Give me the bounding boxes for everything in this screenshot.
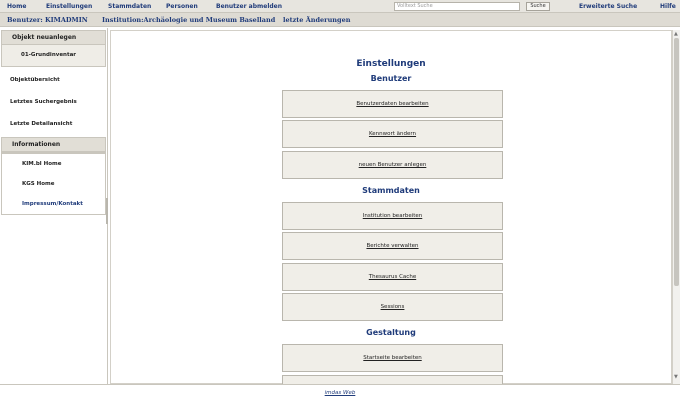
scrollbar-thumb[interactable] xyxy=(674,38,679,286)
main-scrollbar[interactable]: ▲ ▼ xyxy=(672,30,680,384)
sidebar-heading-informationen: Informationen xyxy=(2,138,105,152)
top-navigation: Home Einstellungen Stammdaten Personen B… xyxy=(0,0,680,13)
sidebar-item-letzte-detailansicht[interactable]: Letzte Detailansicht xyxy=(0,113,107,135)
nav-hilfe[interactable]: Hilfe xyxy=(660,3,676,10)
sidebar-item-objektuebersicht[interactable]: Objektübersicht xyxy=(0,69,107,91)
sidebar-link-kim-home[interactable]: KIM.bl Home xyxy=(2,154,105,174)
current-user: Benutzer: KIMADMIN xyxy=(7,16,88,24)
sidebar-info-links: KIM.bl Home KGS Home Impressum/Kontakt xyxy=(1,153,106,215)
nav-einstellungen[interactable]: Einstellungen xyxy=(46,3,92,10)
scroll-up-arrow-icon[interactable]: ▲ xyxy=(674,31,678,37)
section-heading-gestaltung: Gestaltung xyxy=(366,328,416,337)
kennwort-aendern-button[interactable]: Kennwort ändern xyxy=(282,120,503,148)
benutzerdaten-bearbeiten-button[interactable]: Benutzerdaten bearbeiten xyxy=(282,90,503,118)
main-content: Einstellungen Benutzer Benutzerdaten bea… xyxy=(110,30,672,385)
sidebar: Objekt neuanlegen 01-Grundinventar Objek… xyxy=(0,28,108,384)
footer: imdas Web xyxy=(0,384,680,400)
section-heading-stammdaten: Stammdaten xyxy=(362,186,420,195)
sidebar-resize-handle[interactable] xyxy=(106,198,108,224)
nav-stammdaten[interactable]: Stammdaten xyxy=(108,3,151,10)
nav-home[interactable]: Home xyxy=(7,3,26,10)
search-input[interactable]: Volltext Suche xyxy=(394,2,520,11)
sessions-button[interactable]: Sessions xyxy=(282,293,503,321)
search-button[interactable]: Suche xyxy=(526,2,550,11)
sidebar-group-informationen: Informationen xyxy=(1,137,106,153)
sidebar-item-letztes-suchergebnis[interactable]: Letztes Suchergebnis xyxy=(0,91,107,113)
startseite-bearbeiten-button[interactable]: Startseite bearbeiten xyxy=(282,344,503,372)
sidebar-link-kgs-home[interactable]: KGS Home xyxy=(2,174,105,194)
thesaurus-cache-button[interactable]: Thesaurus Cache xyxy=(282,263,503,291)
nav-benutzer-abmelden[interactable]: Benutzer abmelden xyxy=(216,3,282,10)
sidebar-group-objekt: Objekt neuanlegen 01-Grundinventar xyxy=(1,30,106,67)
letzte-aenderungen-link[interactable]: letzte Änderungen xyxy=(283,16,350,24)
sidebar-item-grundinventar[interactable]: 01-Grundinventar xyxy=(2,45,105,66)
scroll-down-arrow-icon[interactable]: ▼ xyxy=(674,374,678,380)
sidebar-heading-objekt-neuanlegen: Objekt neuanlegen xyxy=(2,31,105,45)
footer-imdas-web-link[interactable]: imdas Web xyxy=(325,390,356,396)
institution-bearbeiten-button[interactable]: Institution bearbeiten xyxy=(282,202,503,230)
nav-personen[interactable]: Personen xyxy=(166,3,198,10)
section-heading-benutzer: Benutzer xyxy=(370,74,412,83)
current-institution: Institution:Archäologie und Museum Basel… xyxy=(102,16,276,24)
user-info-bar: Benutzer: KIMADMIN Institution:Archäolog… xyxy=(0,13,680,27)
page-title: Einstellungen xyxy=(356,59,426,69)
sidebar-link-impressum[interactable]: Impressum/Kontakt xyxy=(2,194,105,214)
neuen-benutzer-anlegen-button[interactable]: neuen Benutzer anlegen xyxy=(282,151,503,179)
nav-erweiterte-suche[interactable]: Erweiterte Suche xyxy=(579,3,637,10)
berichte-verwalten-button[interactable]: Berichte verwalten xyxy=(282,232,503,260)
